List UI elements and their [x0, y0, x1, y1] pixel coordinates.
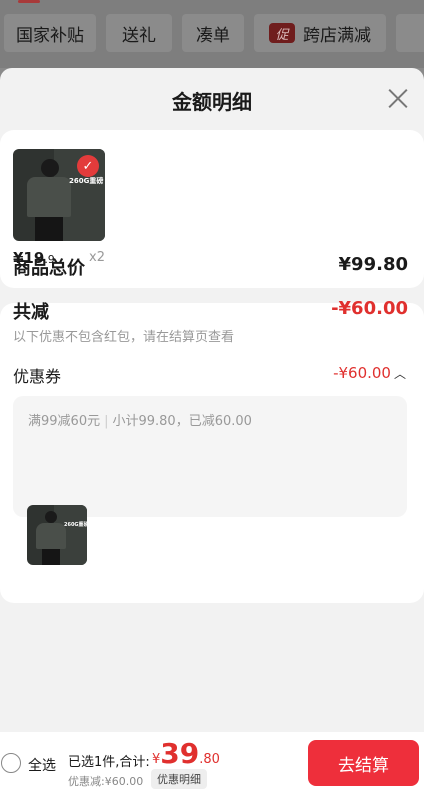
coupon-label: 优惠券 — [13, 367, 62, 386]
coupon-product-image[interactable]: 260G重磅 — [27, 505, 87, 565]
total-price-value: ¥99.80 — [338, 254, 408, 275]
coupon-detail-box: 满99减60元 | 小计99.80，已减60.00 — [13, 396, 407, 517]
filter-cross-store-discount[interactable]: 促 跨店满减 — [254, 14, 386, 52]
product-quantity: x2 — [89, 250, 105, 265]
checkmark-badge-icon: ✓ — [77, 155, 99, 177]
coupon-rule-line: 满99减60元 | 小计99.80，已减60.00 — [28, 414, 252, 429]
active-tab-indicator — [18, 0, 40, 3]
filter-bar: 国家补贴 送礼 凑单 促 跨店满减 — [0, 0, 424, 68]
select-all-label[interactable]: 全选 — [28, 755, 56, 775]
checkout-button[interactable]: 去结算 — [308, 740, 419, 786]
chevron-up-icon: ︿ — [393, 367, 406, 381]
product-image-text: 260G重磅 — [69, 177, 104, 185]
filter-gift[interactable]: 送礼 — [106, 14, 172, 52]
product-image[interactable]: 260G重磅 ✓ — [13, 149, 105, 241]
filter-national-subsidy[interactable]: 国家补贴 — [4, 14, 96, 52]
saved-amount-text: 优惠减:¥60.00 — [68, 775, 144, 788]
close-icon[interactable] — [386, 86, 410, 110]
checkout-bar: 全选 已选1件,合计: ¥39.80 优惠减:¥60.00 优惠明细 去结算 — [0, 732, 424, 794]
radio-circle-icon[interactable] — [1, 753, 21, 773]
selected-count-text: 已选1件,合计: — [68, 755, 150, 770]
filter-more[interactable] — [396, 14, 424, 52]
discount-detail-button[interactable]: 优惠明细 — [151, 769, 207, 789]
total-reduction-value: -¥60.00 — [331, 298, 408, 319]
coupon-toggle[interactable]: -¥60.00 ︿ — [333, 364, 406, 382]
filter-label: 送礼 — [122, 25, 156, 46]
reduction-note: 以下优惠不包含红包，请在结算页查看 — [13, 330, 235, 345]
total-reduction-label: 共减 — [13, 302, 49, 323]
sheet-title: 金额明细 — [172, 90, 252, 114]
filter-bundle[interactable]: 凑单 — [182, 14, 244, 52]
total-amount: ¥39.80 — [152, 737, 220, 770]
coupon-value: -¥60.00 — [333, 364, 391, 382]
total-price-label: 商品总价 — [13, 258, 85, 279]
filter-label: 凑单 — [196, 25, 230, 46]
filter-label: 跨店满减 — [303, 25, 371, 46]
coupon-product-image-text: 260G重磅 — [64, 522, 87, 528]
filter-label: 国家补贴 — [16, 25, 84, 46]
promo-tag-icon: 促 — [269, 23, 295, 43]
